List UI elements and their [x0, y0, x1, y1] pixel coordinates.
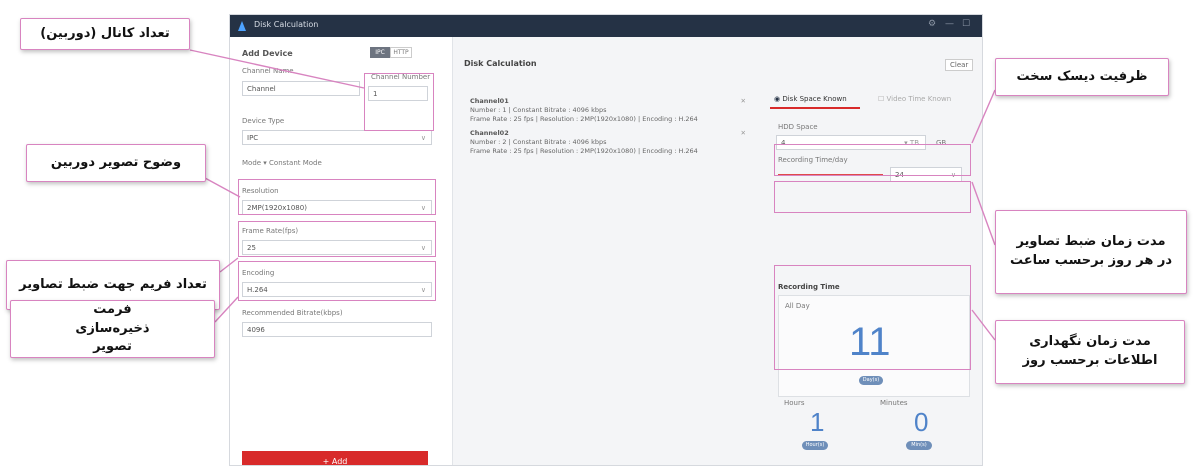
callout-resolution: وضوح تصویر دوربین	[26, 144, 206, 182]
callout-recording-hours: مدت زمان ضبط تصاویر در هر روز برحسب ساعت	[995, 210, 1187, 294]
callout-channel-count: تعداد کانال (دوربین)	[20, 18, 190, 50]
callout-encoding: فرمت ذخیره‌سازی تصویر	[10, 300, 215, 358]
callout-retention-days: مدت زمان نگهداری اطلاعات برحسب روز	[995, 320, 1185, 384]
callout-disk-capacity: ظرفیت دیسک سخت	[995, 58, 1169, 96]
